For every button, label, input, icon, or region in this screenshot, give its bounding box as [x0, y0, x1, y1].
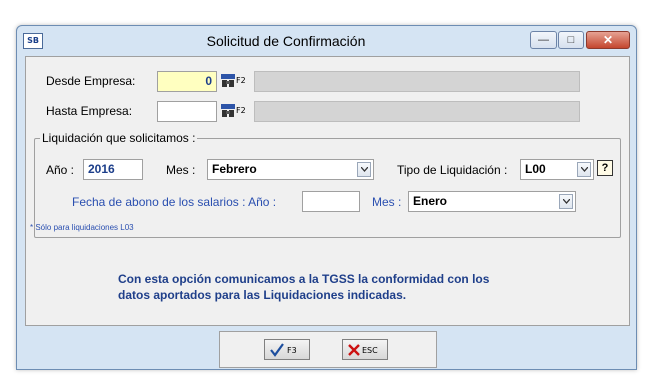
hasta-empresa-input[interactable]: [157, 101, 217, 122]
lookup-key-label: F2: [236, 106, 246, 115]
window-title: Solicitud de Confirmación: [206, 33, 366, 49]
note-l03: * Sólo para liquidaciones L03: [30, 223, 134, 232]
accept-button-label: F3: [287, 346, 297, 355]
binoculars-icon: [221, 104, 235, 117]
tipo-liquidacion-select[interactable]: L00: [520, 159, 594, 180]
hasta-empresa-lookup-button[interactable]: F2: [220, 101, 252, 122]
liquidacion-group-title: Liquidación que solicitamos :: [40, 131, 198, 145]
maximize-icon: □: [567, 34, 575, 46]
anio-label: Año :: [46, 163, 75, 177]
cancel-button-label: ESC: [362, 346, 378, 355]
desde-empresa-name-field: [254, 71, 580, 92]
fecha-abono-mes-value: Enero: [413, 194, 448, 208]
fecha-abono-label: Fecha de abono de los salarios : Año :: [72, 195, 277, 209]
minimize-icon: —: [538, 34, 549, 46]
dialog-body: Desde Empresa: 0 F2 Hasta Empresa: F2 Li…: [25, 56, 630, 326]
binoculars-icon: [221, 74, 235, 87]
title-bar[interactable]: SB Solicitud de Confirmación — □ ✕: [17, 26, 636, 56]
hasta-empresa-label: Hasta Empresa:: [46, 104, 133, 118]
close-button[interactable]: ✕: [586, 31, 630, 49]
minimize-button[interactable]: —: [530, 31, 557, 49]
info-message-line-1: Con esta opción comunicamos a la TGSS la…: [118, 272, 490, 286]
fecha-abono-mes-label: Mes :: [372, 195, 402, 209]
desde-empresa-label: Desde Empresa:: [46, 74, 136, 88]
dialog-window: SB Solicitud de Confirmación — □ ✕ Desde…: [16, 25, 637, 370]
mes-label: Mes :: [166, 163, 196, 177]
desde-empresa-input[interactable]: 0: [157, 71, 217, 92]
lookup-key-label: F2: [236, 76, 246, 85]
desde-empresa-lookup-button[interactable]: F2: [220, 71, 252, 92]
info-message: Con esta opción comunicamos a la TGSS la…: [118, 271, 578, 303]
fecha-abono-anio-input[interactable]: [302, 191, 360, 212]
close-icon: ✕: [602, 33, 614, 47]
cross-icon: [348, 344, 360, 356]
help-icon[interactable]: ?: [597, 160, 613, 176]
cancel-button[interactable]: ESC: [342, 339, 388, 360]
chevron-down-icon[interactable]: [559, 194, 573, 209]
chevron-down-icon[interactable]: [357, 162, 371, 177]
anio-input[interactable]: 2016: [83, 159, 143, 180]
mes-select-value: Febrero: [212, 162, 257, 176]
info-message-line-2: datos aportados para las Liquidaciones i…: [118, 288, 407, 302]
maximize-button[interactable]: □: [558, 31, 584, 49]
checkmark-icon: [270, 343, 284, 357]
mes-select[interactable]: Febrero: [207, 159, 374, 180]
hasta-empresa-name-field: [254, 101, 580, 122]
button-bar: F3 ESC: [219, 331, 437, 368]
tipo-liquidacion-label: Tipo de Liquidación :: [397, 163, 508, 177]
accept-button[interactable]: F3: [264, 339, 310, 360]
chevron-down-icon[interactable]: [577, 162, 591, 177]
fecha-abono-mes-select[interactable]: Enero: [408, 191, 576, 212]
tipo-liquidacion-value: L00: [525, 162, 546, 176]
